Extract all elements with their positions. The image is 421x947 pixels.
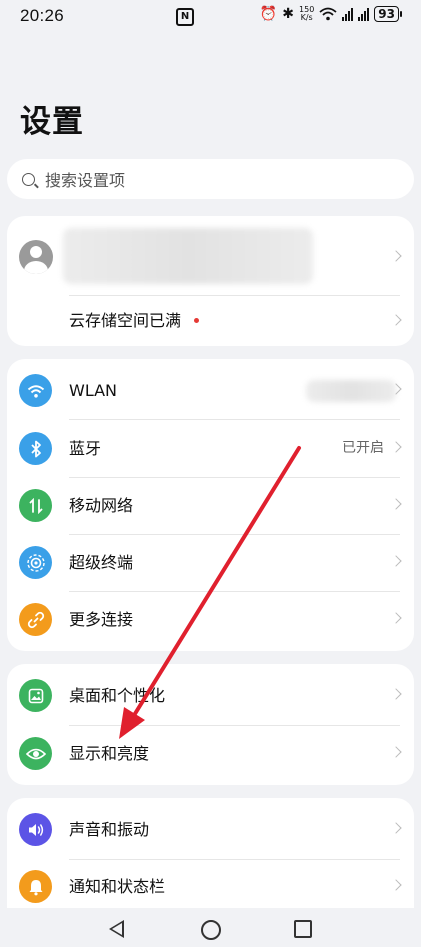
wifi-status-icon bbox=[319, 7, 337, 21]
status-icons: ⏰ ✱ 150 K/s 93 bbox=[259, 5, 402, 23]
notification-dot bbox=[194, 318, 199, 323]
settings-item-label: 显示和亮度 bbox=[69, 744, 150, 763]
signal-sim1-icon bbox=[342, 7, 354, 21]
settings-item-more-connections[interactable]: 更多连接 bbox=[7, 591, 414, 648]
account-info-blurred bbox=[63, 228, 313, 284]
settings-item-desktop-personalization[interactable]: 桌面和个性化 bbox=[7, 667, 414, 724]
bluetooth-icon bbox=[19, 432, 52, 465]
nfc-icon: N bbox=[176, 8, 194, 26]
settings-item-label: 通知和状态栏 bbox=[69, 877, 166, 896]
search-icon bbox=[22, 172, 35, 186]
settings-item-label: 超级终端 bbox=[69, 553, 134, 572]
connectivity-card: WLAN 蓝牙 已开启 移动网络 超级终端 更多连接 bbox=[7, 359, 414, 651]
chevron-right-icon bbox=[390, 250, 402, 262]
search-input[interactable]: 搜索设置项 bbox=[7, 159, 414, 199]
network-speed: 150 K/s bbox=[299, 5, 315, 22]
search-placeholder: 搜索设置项 bbox=[45, 171, 126, 190]
eye-icon bbox=[19, 737, 52, 770]
signal-sim2-icon bbox=[358, 7, 370, 21]
wlan-name-blurred bbox=[306, 380, 396, 402]
settings-item-display-brightness[interactable]: 显示和亮度 bbox=[7, 725, 414, 782]
speaker-icon bbox=[19, 813, 52, 846]
account-card: 云存储空间已满 bbox=[7, 216, 414, 346]
mobile-network-icon bbox=[19, 489, 52, 522]
chevron-right-icon bbox=[390, 612, 402, 624]
chevron-right-icon bbox=[390, 746, 402, 758]
chevron-right-icon bbox=[390, 498, 402, 510]
cloud-storage-label: 云存储空间已满 bbox=[69, 311, 182, 330]
status-bar: 20:26 N ⏰ ✱ 150 K/s 93 bbox=[0, 0, 421, 34]
chevron-right-icon bbox=[390, 822, 402, 834]
settings-item-label: 声音和振动 bbox=[69, 820, 150, 839]
battery-icon: 93 bbox=[374, 6, 402, 22]
wifi-icon bbox=[19, 374, 52, 407]
chevron-right-icon bbox=[390, 879, 402, 891]
back-icon-inner bbox=[112, 923, 122, 935]
recent-apps-icon[interactable] bbox=[294, 920, 312, 938]
settings-item-label: 更多连接 bbox=[69, 610, 134, 629]
chevron-right-icon bbox=[390, 555, 402, 567]
settings-item-mobile-network[interactable]: 移动网络 bbox=[7, 477, 414, 534]
display-card: 桌面和个性化 显示和亮度 bbox=[7, 664, 414, 785]
settings-item-sound-vibration[interactable]: 声音和振动 bbox=[7, 801, 414, 858]
bell-icon bbox=[19, 870, 52, 903]
chevron-right-icon bbox=[390, 314, 402, 326]
wallpaper-icon bbox=[19, 679, 52, 712]
chevron-right-icon bbox=[390, 688, 402, 700]
cloud-storage-row[interactable]: 云存储空间已满 bbox=[7, 296, 414, 346]
link-icon bbox=[19, 603, 52, 636]
page-title: 设置 bbox=[20, 104, 84, 140]
settings-item-label: 桌面和个性化 bbox=[69, 686, 166, 705]
bluetooth-status: 已开启 bbox=[342, 440, 384, 456]
alarm-icon: ⏰ bbox=[259, 6, 278, 22]
chevron-right-icon bbox=[390, 441, 402, 453]
settings-item-label: WLAN bbox=[69, 381, 118, 400]
settings-item-label: 移动网络 bbox=[69, 496, 134, 515]
settings-item-bluetooth[interactable]: 蓝牙 已开启 bbox=[7, 420, 414, 477]
super-device-icon bbox=[19, 546, 52, 579]
settings-item-super-device[interactable]: 超级终端 bbox=[7, 534, 414, 591]
sound-notification-card: 声音和振动 通知和状态栏 bbox=[7, 798, 414, 908]
avatar bbox=[19, 240, 53, 274]
settings-item-label: 蓝牙 bbox=[69, 439, 102, 458]
status-time: 20:26 bbox=[20, 6, 65, 25]
settings-item-wlan[interactable]: WLAN bbox=[7, 362, 414, 419]
account-row[interactable] bbox=[7, 216, 414, 296]
home-icon[interactable] bbox=[201, 920, 221, 940]
navigation-bar bbox=[0, 908, 421, 947]
settings-item-notification-statusbar[interactable]: 通知和状态栏 bbox=[7, 858, 414, 915]
bluetooth-status-icon: ✱ bbox=[282, 6, 295, 22]
